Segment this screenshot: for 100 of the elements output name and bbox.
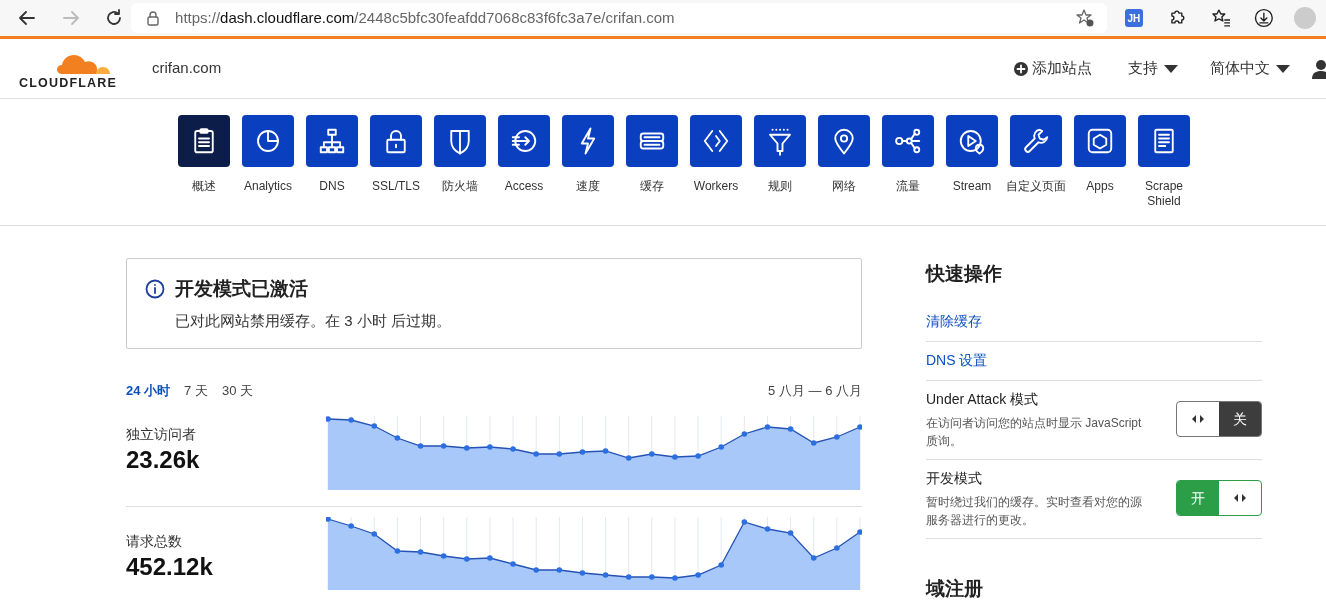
data-point [579,448,586,455]
stat-value: 452.12k [126,551,214,582]
data-point [579,569,586,576]
time-range-tab[interactable]: 30 天 [221,381,253,401]
data-point [834,433,840,440]
nav-tab[interactable]: 网络 [812,115,876,225]
data-point [625,454,632,461]
stat-value: 23.26k [126,444,201,475]
data-point [787,529,794,536]
nav-tab[interactable]: Scrape Shield [1132,115,1196,225]
data-point [510,445,516,452]
dropdown-menu-button[interactable]: 支持 [1128,57,1178,80]
time-range-tab[interactable]: 7 天 [184,381,208,401]
data-point [487,554,493,561]
data-point [810,439,817,446]
caret-icon [1164,64,1178,73]
data-point [764,525,771,532]
user-icon[interactable] [1312,58,1326,79]
data-point [764,423,771,430]
nav-tab[interactable]: 速度 [556,115,620,225]
nav-tab[interactable]: 概述 [172,115,236,225]
data-point [695,452,701,459]
data-point [533,566,539,573]
nav-tab[interactable]: Stream [940,115,1004,225]
logo-text: CLOUDFLARE [18,75,118,90]
data-point [602,447,609,454]
data-point [417,442,424,449]
data-point [487,443,493,450]
stat-label: 独立访问者 [126,424,197,444]
nav-tab[interactable]: 防火墙 [428,115,492,225]
add-site-button[interactable]: 添加站点 [1014,57,1092,80]
data-point [672,574,678,581]
data-point [810,554,817,561]
forward-arrow-icon [60,8,81,28]
data-point [394,434,401,441]
left-right-arrows-icon [1233,493,1247,503]
data-point [857,423,862,430]
data-point [464,555,470,562]
setting-title: Under Attack 模式 [926,389,1040,409]
address-bar[interactable]: https://dash.cloudflare.com/2448c5bfc30feafdd7068c83f6fc3a7e/crifan.com [131,3,1108,33]
alert-title: 开发模式已激活 [175,277,308,301]
quick-action-link[interactable]: 清除缓存 [926,312,982,329]
section-heading: 快速操作 [926,262,1003,286]
data-point [834,544,840,551]
plus-circle-icon [1014,61,1028,76]
data-point [649,450,655,457]
nav-tab[interactable]: 缓存 [620,115,684,225]
caret-icon [1276,64,1290,73]
setting-description: 暂时绕过我们的缓存。实时查看对您的源服务器进行的更改。 [926,493,1143,529]
data-point [533,450,539,457]
data-point [348,416,354,423]
data-point [741,518,748,525]
data-point [672,453,678,460]
quick-action-link[interactable]: DNS 设置 [926,351,988,368]
setting-description: 在访问者访问您的站点时显示 JavaScript 质询。 [926,414,1143,450]
download-icon[interactable] [1254,8,1274,28]
info-icon [145,279,165,300]
data-point [718,561,724,568]
data-point [417,548,424,555]
nav-tab[interactable]: 流量 [876,115,940,225]
lock-icon [145,10,162,26]
data-point [741,430,748,437]
data-point [718,443,724,450]
data-point [464,444,470,451]
nav-tab[interactable]: 规则 [748,115,812,225]
data-point [326,415,331,422]
data-point [556,566,563,573]
data-point [326,516,331,522]
toggle-switch[interactable]: 关 [1176,401,1262,437]
nav-tab[interactable]: DNS [300,115,364,225]
time-range-tab[interactable]: 24 小时 [126,381,171,401]
site-name: crifan.com [152,58,222,79]
data-point [348,522,354,529]
left-right-arrows-icon [1191,414,1205,424]
url-text: https://dash.cloudflare.com/2448c5bfc30feafdd7068c83f6fc3a7e/crifan.com [175,7,676,28]
stat-label: 请求总数 [126,531,183,551]
favorites-star-icon[interactable] [1210,8,1231,28]
nav-tab[interactable]: Analytics [236,115,300,225]
data-point [394,547,401,554]
data-point [602,571,609,578]
nav-tab[interactable]: Apps [1068,115,1132,225]
nav-tab[interactable]: SSL/TLS [364,115,428,225]
data-point [695,571,701,578]
data-point [510,560,516,567]
setting-title: 开发模式 [926,468,983,488]
dropdown-menu-button[interactable]: 简体中文 [1210,57,1290,80]
data-point [371,530,378,537]
data-point [371,422,378,429]
add-favorite-star-icon[interactable] [1075,8,1096,28]
data-point [625,573,632,580]
extension-badge[interactable]: JH [1125,9,1143,27]
nav-tab[interactable]: 自定义页面 [1004,115,1068,225]
nav-tab[interactable]: Access [492,115,556,225]
alert-message: 已对此网站禁用缓存。在 3 小时 后过期。 [175,310,452,331]
data-point [857,528,862,535]
section-heading: 域注册 [926,576,984,601]
back-arrow-icon [16,8,37,28]
date-range: 5 八月 — 6 八月 [768,382,862,400]
nav-tab[interactable]: Workers [684,115,748,225]
data-point [440,442,447,449]
